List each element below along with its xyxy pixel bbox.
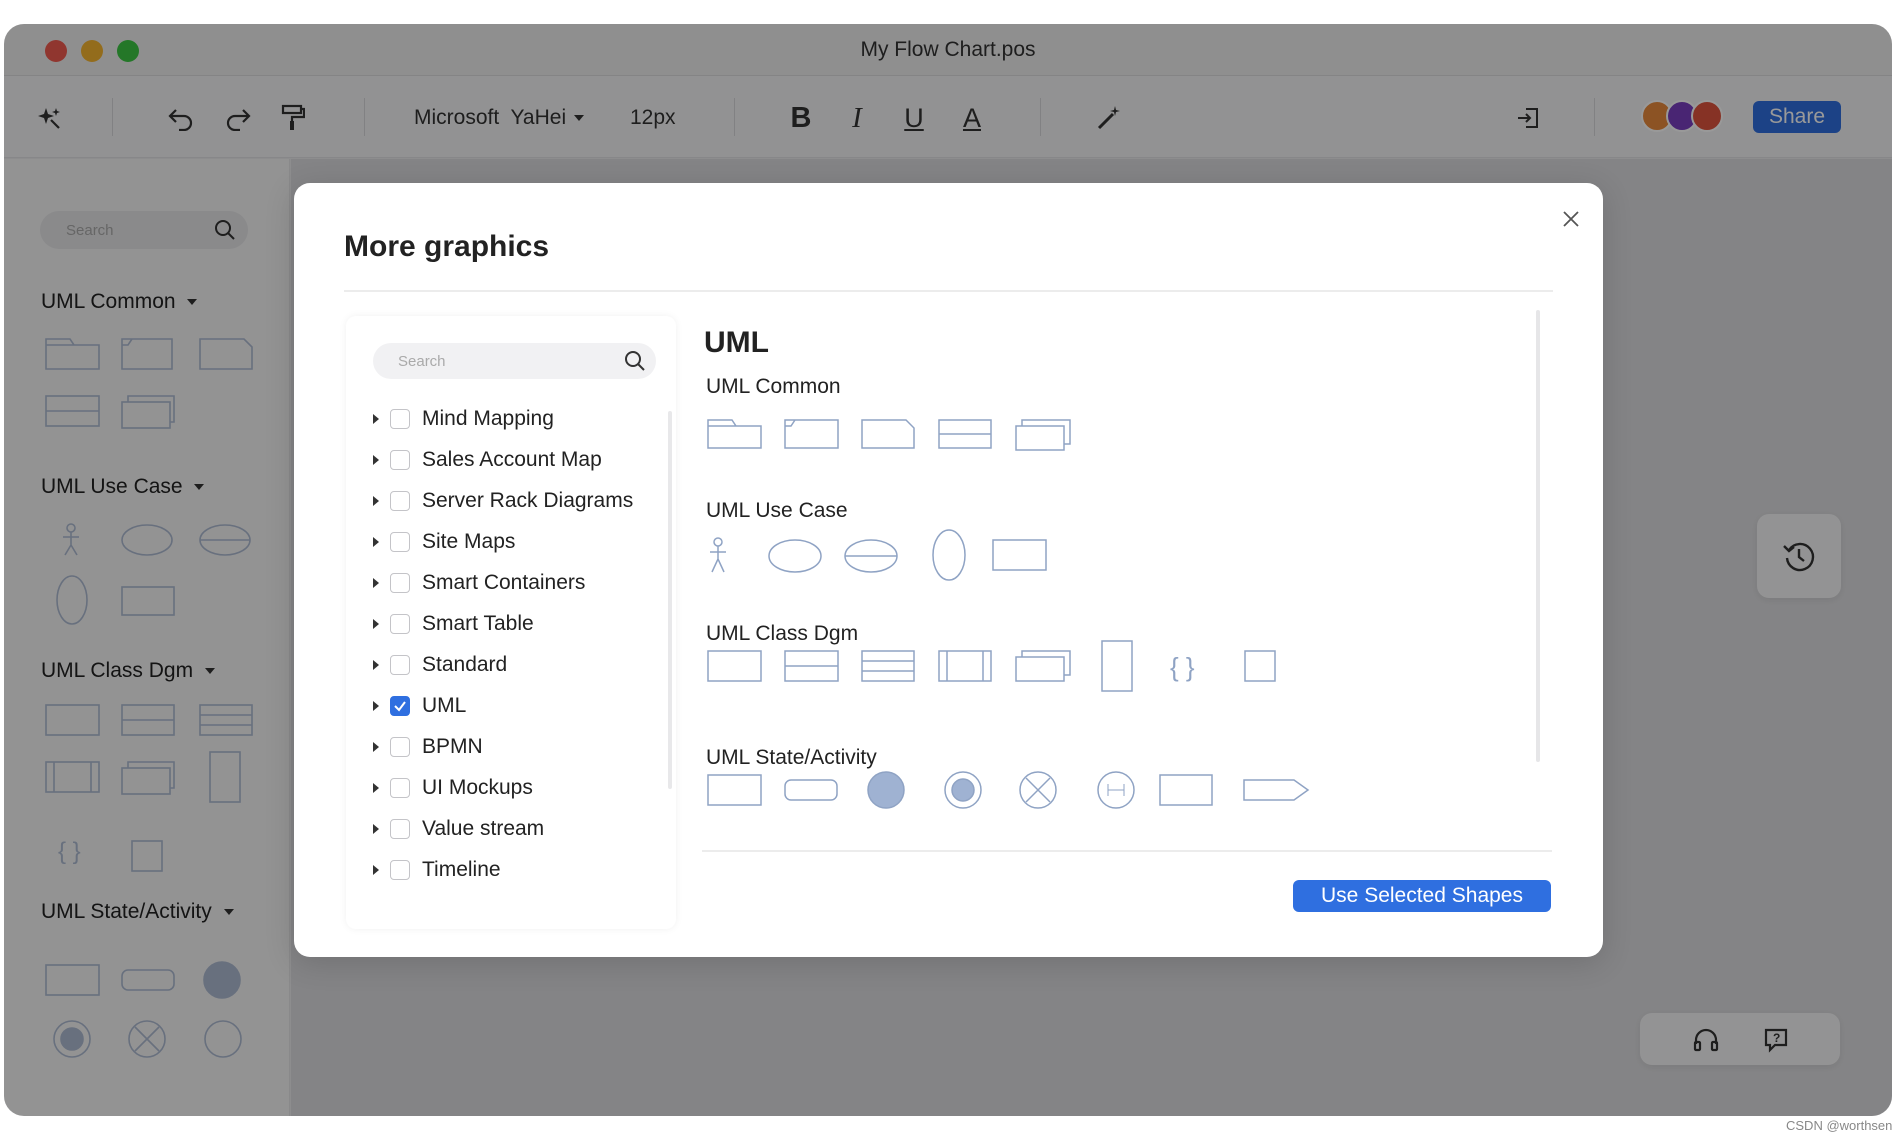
caret-right-icon[interactable]: [373, 537, 379, 547]
dialog-title: More graphics: [344, 230, 550, 263]
category-item[interactable]: Smart Table: [370, 609, 660, 639]
category-checkbox[interactable]: [390, 737, 410, 757]
category-checkbox[interactable]: [390, 491, 410, 511]
shape-braces[interactable]: { }: [1170, 652, 1195, 682]
caret-right-icon[interactable]: [373, 783, 379, 793]
shape-activity[interactable]: [784, 779, 838, 801]
category-checkbox[interactable]: [390, 819, 410, 839]
divider: [702, 850, 1552, 852]
shape-flow-final[interactable]: [1019, 771, 1057, 809]
shape-send-signal[interactable]: [1243, 779, 1310, 801]
shape-stacked-box[interactable]: [1015, 419, 1071, 451]
shape-stacked-class[interactable]: [1015, 650, 1071, 682]
caret-right-icon[interactable]: [373, 578, 379, 588]
category-label: UI Mockups: [422, 776, 533, 799]
shape-gallery: UML UML Common UML Use Case UML Class Dg…: [704, 316, 1554, 809]
shape-ellipse-vertical[interactable]: [932, 529, 966, 581]
category-checkbox[interactable]: [390, 614, 410, 634]
shape-history-state[interactable]: [1097, 771, 1135, 809]
caret-right-icon[interactable]: [373, 660, 379, 670]
category-item[interactable]: UI Mockups: [370, 773, 660, 803]
category-item[interactable]: BPMN: [370, 732, 660, 762]
category-checkbox[interactable]: [390, 450, 410, 470]
shape-state[interactable]: [707, 774, 762, 806]
category-label: Site Maps: [422, 530, 516, 553]
category-scrollbar[interactable]: [668, 411, 672, 789]
category-item[interactable]: Server Rack Diagrams: [370, 486, 660, 516]
category-label: BPMN: [422, 735, 483, 758]
shape-use-case-split[interactable]: [844, 539, 898, 573]
category-checkbox[interactable]: [390, 696, 410, 716]
shape-final-state[interactable]: [944, 771, 982, 809]
category-label: Standard: [422, 653, 508, 676]
category-label: Value stream: [422, 817, 545, 840]
category-search-input[interactable]: Search: [373, 343, 656, 379]
category-label: Timeline: [422, 858, 501, 881]
category-item[interactable]: Standard: [370, 650, 660, 680]
shape-class-3[interactable]: [861, 650, 915, 682]
search-icon: [625, 351, 645, 371]
shape-class-2[interactable]: [784, 650, 839, 682]
watermark: CSDN @worthsen: [1786, 1118, 1893, 1133]
checkmark-icon: [394, 701, 406, 712]
gallery-scrollbar[interactable]: [1536, 310, 1540, 762]
category-checkbox[interactable]: [390, 532, 410, 552]
close-icon[interactable]: [1557, 205, 1585, 233]
use-selected-shapes-button[interactable]: Use Selected Shapes: [1293, 880, 1551, 912]
caret-right-icon[interactable]: [373, 742, 379, 752]
category-item[interactable]: Timeline: [370, 855, 660, 885]
shape-split-box[interactable]: [938, 419, 992, 449]
divider: [344, 290, 1553, 292]
shape-note[interactable]: [861, 419, 915, 449]
category-checkbox[interactable]: [390, 409, 410, 429]
shape-system-box[interactable]: [992, 539, 1047, 571]
shape-initial-state[interactable]: [867, 771, 905, 809]
caret-right-icon[interactable]: [373, 496, 379, 506]
shape-box[interactable]: [1159, 774, 1213, 806]
shape-square[interactable]: [1244, 650, 1276, 682]
shape-use-case[interactable]: [768, 539, 822, 573]
category-label: Smart Containers: [422, 571, 586, 594]
category-panel: Search Mind Mapping Sales Account Map Serv…: [346, 316, 676, 929]
category-item[interactable]: Value stream: [370, 814, 660, 844]
category-label: Server Rack Diagrams: [422, 489, 634, 512]
category-label: Sales Account Map: [422, 448, 602, 471]
category-checkbox[interactable]: [390, 778, 410, 798]
shape-component[interactable]: [938, 650, 992, 682]
shape-class[interactable]: [707, 650, 762, 682]
category-item[interactable]: Sales Account Map: [370, 445, 660, 475]
caret-right-icon[interactable]: [373, 824, 379, 834]
category-item[interactable]: Site Maps: [370, 527, 660, 557]
category-checkbox[interactable]: [390, 573, 410, 593]
more-graphics-dialog: More graphics Search Mind Mapping Sales A…: [294, 183, 1603, 957]
category-item[interactable]: UML: [370, 691, 660, 721]
category-label: UML: [422, 694, 467, 717]
category-search-placeholder: Search: [398, 353, 446, 370]
category-checkbox[interactable]: [390, 860, 410, 880]
shape-package[interactable]: [707, 419, 762, 449]
category-item[interactable]: Mind Mapping: [370, 404, 660, 434]
caret-right-icon[interactable]: [373, 701, 379, 711]
caret-right-icon[interactable]: [373, 455, 379, 465]
category-checkbox[interactable]: [390, 655, 410, 675]
shape-actor[interactable]: [710, 537, 726, 573]
caret-right-icon[interactable]: [373, 619, 379, 629]
svg-text:{ }: { }: [1170, 652, 1195, 682]
shape-lifeline[interactable]: [1101, 640, 1133, 692]
category-item[interactable]: Smart Containers: [370, 568, 660, 598]
caret-right-icon[interactable]: [373, 865, 379, 875]
shape-folder[interactable]: [784, 419, 839, 449]
category-label: Mind Mapping: [422, 407, 554, 430]
caret-right-icon[interactable]: [373, 414, 379, 424]
category-label: Smart Table: [422, 612, 534, 635]
